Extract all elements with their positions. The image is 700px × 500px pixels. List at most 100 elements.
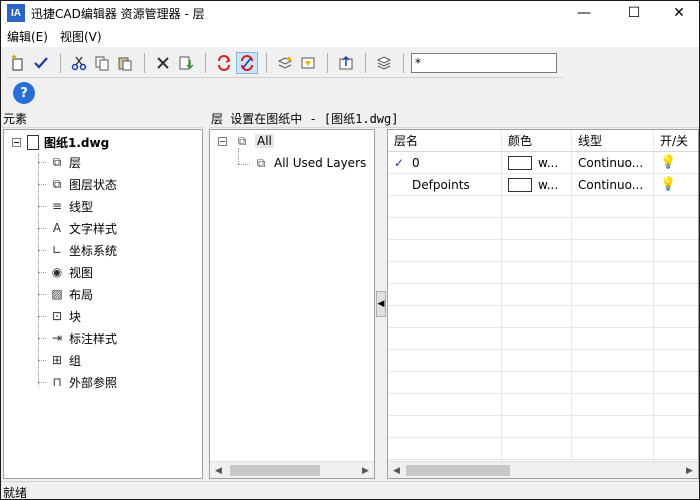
block-icon: ⊡	[51, 309, 63, 323]
copy-button[interactable]	[91, 52, 113, 74]
empty-grid-cell	[388, 262, 502, 284]
scrollbar-thumb[interactable]	[230, 465, 320, 476]
layer-states-button[interactable]	[373, 52, 395, 74]
scroll-left-icon[interactable]: ◀	[388, 462, 405, 478]
empty-grid-cell	[502, 262, 572, 284]
maximize-button[interactable]: ☐	[611, 1, 657, 25]
tree-item-label: 块	[69, 309, 82, 324]
tree-item-text-style[interactable]: A 文字样式	[38, 218, 117, 238]
tree-item-linetype[interactable]: ≡ 线型	[38, 196, 93, 216]
tree-item-label: 图层状态	[69, 177, 118, 192]
layer-tool-button[interactable]	[274, 52, 296, 74]
text-style-icon: A	[52, 221, 62, 235]
empty-grid-cell	[572, 240, 654, 262]
tree-connector	[38, 271, 46, 273]
tree-item-label: 外部参照	[69, 375, 118, 390]
export-button[interactable]	[335, 52, 357, 74]
import-button[interactable]	[175, 52, 197, 74]
delete-icon	[157, 56, 169, 69]
explorer-window: IA 迅捷CAD编辑器 资源管理器 - 层 — ☐ ✕ 编辑(E) 视图(V)	[0, 0, 700, 500]
filter-node-all[interactable]: − ⧉ All	[218, 134, 274, 148]
tree-item-layers[interactable]: ⧉ 层	[38, 152, 81, 172]
copy-icon	[95, 56, 109, 70]
layer-name-cell[interactable]: ✓ 0	[388, 152, 502, 174]
layers-filter-icon: ⧉	[256, 155, 266, 170]
tree-item-dimension-style[interactable]: ⇥ 标注样式	[38, 328, 117, 348]
scroll-left-icon[interactable]: ◀	[210, 462, 227, 479]
set-current-button[interactable]	[30, 52, 52, 74]
empty-grid-cell	[572, 438, 654, 460]
layer-filter-button[interactable]	[297, 52, 319, 74]
tree-item-layout[interactable]: ▨ 布局	[38, 284, 93, 304]
horizontal-scrollbar[interactable]: ◀ ▶	[210, 461, 374, 478]
filter-node-used-layers[interactable]: ⧉ All Used Layers	[252, 155, 367, 171]
lightbulb-on-icon[interactable]: 💡	[660, 155, 676, 170]
color-swatch	[508, 155, 532, 170]
linetype-icon: ≡	[51, 199, 63, 213]
element-tree: − 图纸1.dwg ⧉ 层 ⧉ 图层状态 ≡ 线型 A 文字样式 ∟ 坐标系统 ◉ 视图 ▨ 布局 ⊡ 块 ⇥ 标…	[3, 129, 203, 479]
empty-grid-cell	[388, 372, 502, 394]
layer-color-cell[interactable]: w...	[502, 152, 572, 174]
status-bar: 就绪	[1, 481, 699, 499]
tree-item-xref[interactable]: ⊓ 外部参照	[38, 372, 117, 392]
collapse-icon[interactable]: −	[218, 136, 227, 146]
layer-name: 0	[412, 155, 420, 170]
empty-grid-cell	[572, 196, 654, 218]
scroll-right-icon[interactable]: ▶	[357, 462, 374, 479]
layer-color-cell[interactable]: w...	[502, 174, 572, 196]
menu-view[interactable]: 视图(V)	[54, 28, 108, 45]
minimize-button[interactable]: —	[561, 1, 607, 25]
scrollbar-thumb[interactable]	[406, 465, 510, 476]
collapse-icon[interactable]: −	[12, 138, 21, 147]
empty-grid-cell	[502, 394, 572, 416]
paste-button[interactable]	[114, 52, 136, 74]
layer-filter-tree: − ⧉ All ⧉ All Used Layers ◀ ▶	[209, 129, 375, 479]
column-header-on-off[interactable]: 开/关	[654, 130, 698, 152]
tree-item-layer-state[interactable]: ⧉ 图层状态	[38, 174, 117, 194]
cut-button[interactable]	[68, 52, 90, 74]
column-header-linetype[interactable]: 线型	[572, 130, 654, 152]
layer-on-off-cell[interactable]: 💡	[654, 174, 698, 196]
tree-connector	[38, 381, 46, 383]
collapse-splitter[interactable]: ◀	[376, 291, 386, 317]
tree-item-label: 线型	[69, 199, 94, 214]
lightbulb-on-icon[interactable]: 💡	[660, 177, 676, 192]
new-layer-icon	[12, 54, 23, 70]
empty-grid-cell	[654, 394, 698, 416]
column-header-color[interactable]: 颜色	[502, 130, 572, 152]
layer-tool-icon	[277, 56, 293, 69]
menu-edit[interactable]: 编辑(E)	[1, 28, 54, 45]
layer-linetype-cell[interactable]: Continuo...	[572, 174, 654, 196]
filter-node-used-label: All Used Layers	[274, 156, 367, 170]
filter-input[interactable]	[411, 53, 557, 73]
layer-name-cell[interactable]: Defpoints	[388, 174, 502, 196]
help-button[interactable]: ?	[13, 82, 35, 104]
tree-item-ucs[interactable]: ∟ 坐标系统	[38, 240, 117, 260]
delete-button[interactable]	[152, 52, 174, 74]
empty-grid-cell	[388, 394, 502, 416]
tree-item-group[interactable]: ⊞ 组	[38, 350, 81, 370]
scroll-right-icon[interactable]: ▶	[681, 462, 698, 478]
new-layer-button[interactable]	[7, 52, 29, 74]
refresh-button[interactable]	[213, 52, 235, 74]
close-button[interactable]: ✕	[656, 1, 699, 25]
layer-state-icon: ⧉	[52, 176, 62, 191]
layer-grid: 层名 颜色 线型 开/关 ✓ 0 w... Continuo... 💡 Defpoints…	[387, 129, 699, 479]
tree-connector	[38, 249, 46, 251]
tree-root-drawing[interactable]: − 图纸1.dwg	[12, 134, 109, 151]
layer-linetype-cell[interactable]: Continuo...	[572, 152, 654, 174]
tree-item-eye[interactable]: ◉ 视图	[38, 262, 93, 282]
empty-grid-cell	[572, 218, 654, 240]
tree-item-block[interactable]: ⊡ 块	[38, 306, 81, 326]
layer-on-off-cell[interactable]: 💡	[654, 152, 698, 174]
empty-grid-cell	[502, 438, 572, 460]
horizontal-scrollbar[interactable]: ◀ ▶	[388, 461, 698, 478]
tree-item-label: 文字样式	[69, 221, 118, 236]
export-icon	[339, 55, 353, 69]
empty-grid-cell	[502, 284, 572, 306]
column-header-name[interactable]: 层名	[388, 130, 502, 152]
sync-button[interactable]	[236, 51, 258, 74]
empty-grid-cell	[572, 394, 654, 416]
left-panel-header: 元素	[1, 108, 203, 128]
empty-grid-cell	[654, 218, 698, 240]
